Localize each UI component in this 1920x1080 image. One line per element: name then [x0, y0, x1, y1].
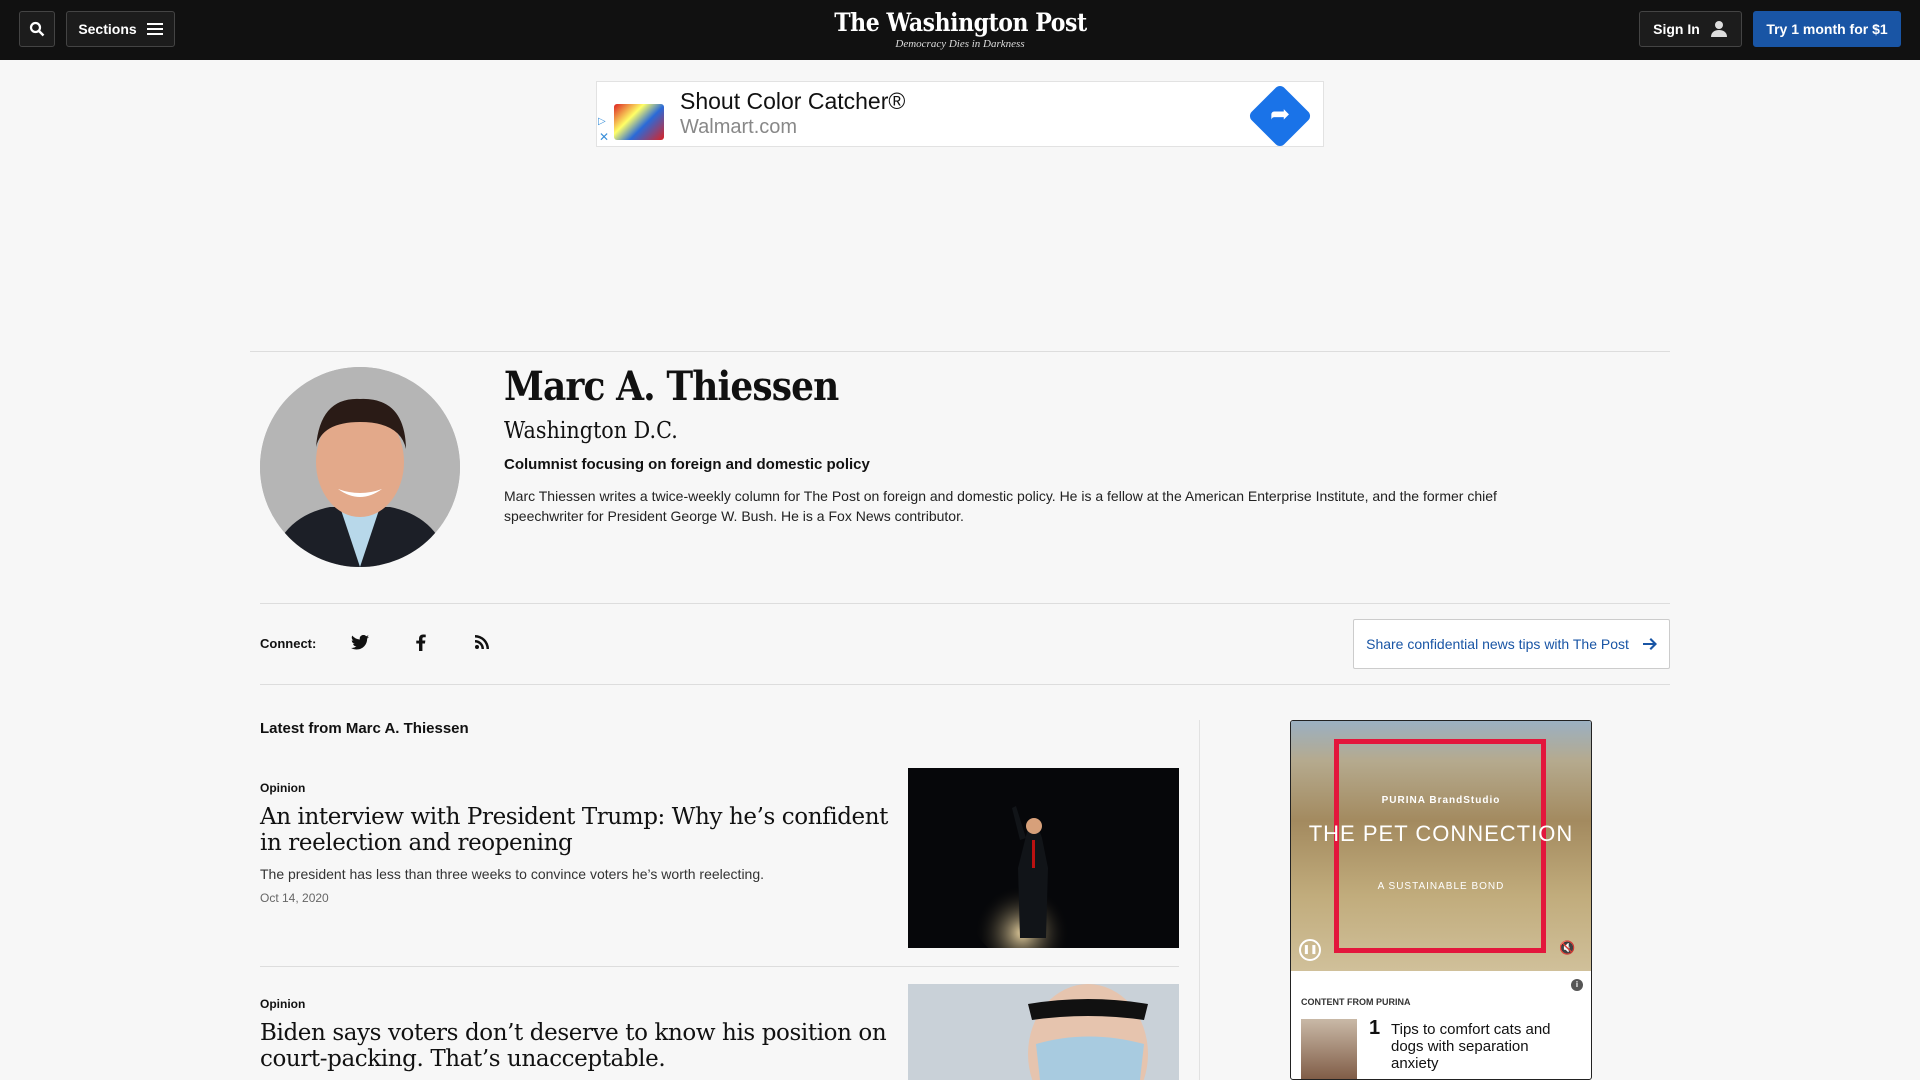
article-blurb: The president has less than three weeks … — [260, 866, 765, 882]
ad-subheading: A SUSTAINABLE BOND — [1377, 881, 1505, 892]
divider — [260, 966, 1179, 967]
menu-icon — [146, 23, 163, 35]
news-tips-label: Share confidential news tips with The Po… — [1366, 636, 1629, 652]
search-button[interactable] — [19, 11, 55, 47]
info-icon[interactable]: i — [1571, 979, 1583, 991]
latest-section-title: Latest from Marc A. Thiessen — [260, 720, 469, 737]
ad-content-label: CONTENT FROM PURINA — [1301, 997, 1411, 1007]
ad-url: Walmart.com — [680, 116, 798, 138]
column-divider — [1199, 720, 1200, 1080]
ad-brand: PURINA BrandStudio — [1381, 795, 1501, 806]
ad-heading: THE PET CONNECTION — [1308, 821, 1574, 846]
sign-in-button[interactable]: Sign In — [1639, 11, 1742, 47]
rss-icon[interactable] — [470, 630, 494, 654]
article-headline[interactable]: An interview with President Trump: Why h… — [260, 804, 900, 856]
logo-wordmark: The Washington Post — [833, 8, 1087, 37]
author-role: Columnist focusing on foreign and domest… — [504, 456, 870, 473]
sections-button[interactable]: Sections — [66, 11, 175, 47]
user-icon — [1710, 21, 1727, 37]
author-location: Washington D.C. — [504, 418, 678, 444]
washington-post-logo[interactable]: The Washington Post Democracy Dies in Da… — [760, 8, 1160, 50]
author-bio: Marc Thiessen writes a twice-weekly colu… — [504, 488, 1497, 524]
twitter-icon[interactable] — [348, 630, 372, 654]
adchoices-icon[interactable]: ▷ — [598, 115, 610, 129]
top-navigation-bar: Sections The Washington Post Democracy D… — [0, 0, 1920, 60]
close-ad-icon[interactable]: ✕ — [599, 130, 609, 144]
arrow-right-icon — [1642, 638, 1657, 650]
ad-item-number: 1 — [1369, 1017, 1381, 1039]
divider — [260, 684, 1670, 685]
mute-icon[interactable]: 🔇 — [1559, 941, 1575, 956]
ad-video[interactable]: PURINA BrandStudio THE PET CONNECTION A … — [1291, 721, 1591, 971]
author-photo — [260, 367, 460, 567]
sign-in-label: Sign In — [1653, 21, 1700, 37]
news-tips-button[interactable]: Share confidential news tips with The Po… — [1353, 619, 1670, 669]
article-headline[interactable]: Biden says voters don’t deserve to know … — [260, 1020, 900, 1072]
subscribe-button[interactable]: Try 1 month for $1 — [1753, 11, 1901, 47]
article-image[interactable] — [908, 984, 1179, 1080]
article-date: Oct 14, 2020 — [260, 891, 329, 905]
ad-title[interactable]: Shout Color Catcher® — [680, 88, 905, 115]
ad-item-link[interactable]: Tips to comfort cats and dogs with separ… — [1391, 1021, 1571, 1072]
article-kicker: Opinion — [260, 997, 306, 1011]
author-name: Marc A. Thiessen — [504, 363, 839, 410]
ad-item-image[interactable] — [1301, 1019, 1357, 1079]
sponsored-ad[interactable]: PURINA BrandStudio THE PET CONNECTION A … — [1290, 720, 1592, 1080]
banner-ad[interactable]: ▷ ✕ Shout Color Catcher® Walmart.com ➦ — [596, 81, 1324, 149]
connect-label: Connect: — [260, 636, 317, 651]
pause-icon[interactable]: ❚❚ — [1299, 939, 1321, 961]
directions-arrow-icon: ➦ — [1269, 100, 1291, 128]
article-kicker: Opinion — [260, 781, 306, 795]
ad-product-image — [614, 104, 664, 140]
article-image[interactable] — [908, 768, 1179, 948]
facebook-icon[interactable] — [409, 630, 433, 654]
logo-tagline: Democracy Dies in Darkness — [895, 38, 1025, 50]
divider — [260, 603, 1670, 604]
divider — [250, 351, 1670, 352]
sections-label: Sections — [78, 21, 137, 37]
search-icon — [29, 21, 45, 37]
